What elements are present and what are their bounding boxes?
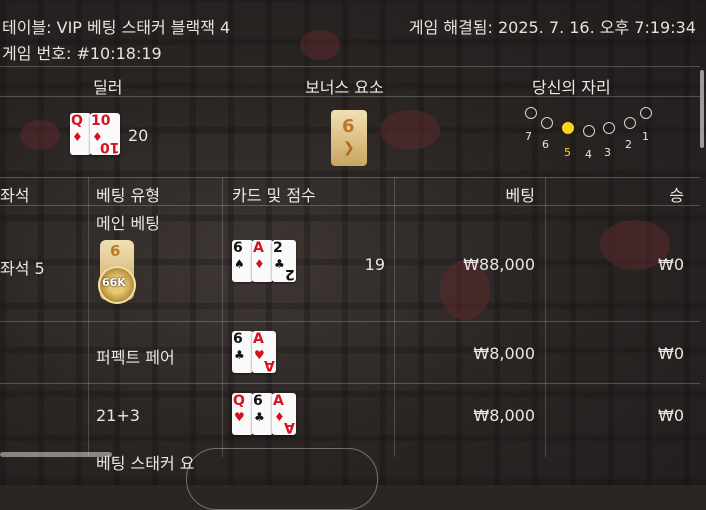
seat-5-selected [562,122,574,134]
seat-3 [603,122,615,134]
bonus-label: 보너스 요소 [305,78,384,97]
game-resolved-time: 게임 해결됨: 2025. 7. 16. 오후 7:19:34 [408,18,696,37]
divider [0,205,700,206]
seat-1 [640,107,652,119]
seat-number: 5 [564,146,571,159]
playing-card: Q ♥ [232,393,253,435]
bet-amount: ₩8,000 [473,406,535,425]
vertical-scrollbar[interactable] [700,70,704,148]
win-amount: ₩0 [658,406,684,425]
playing-card: 6 ♠ [232,240,253,282]
dealer-score: 20 [128,126,149,145]
seat-number: 3 [604,146,611,159]
score-cell: 19 [364,255,385,274]
main-bet-label: 메인 베팅 [96,214,160,233]
divider [0,96,700,97]
seat-number: 6 [542,138,549,151]
seat-number: 7 [525,130,532,143]
bet-chip-stack: 6 66K [98,240,136,304]
playing-card: 2 ♣ 2 [272,240,296,282]
bet-amount: ₩88,000 [463,255,535,274]
col-seat: 좌석 [0,186,30,205]
playing-card: 6 ♣ [252,393,273,435]
seat-4 [583,125,595,137]
divider [0,321,700,322]
playing-card: A ♦ [252,240,273,282]
playing-card: A ♥ A [252,331,276,373]
seat-7 [525,107,537,119]
bet-amount: ₩8,000 [473,344,535,363]
dealer-card: 10 ♦ 10 [90,113,120,155]
playing-card: 6 ♣ [232,331,253,373]
seat-number: 1 [642,130,649,143]
seat-2 [624,117,636,129]
divider [0,66,700,67]
col-bet-type: 베팅 유형 [96,186,160,205]
horizontal-scrollbar[interactable] [0,452,112,457]
win-amount: ₩0 [658,255,684,274]
dealer-card: Q ♦ [70,113,91,155]
col-cards-score: 카드 및 점수 [232,186,316,205]
seat-number: 4 [585,148,592,161]
divider [0,383,700,384]
win-amount: ₩0 [658,344,684,363]
dealer-label: 딜러 [93,78,123,97]
bonus-multiplier-chip: 6 ❯ [331,110,367,166]
col-win: 승 [669,186,684,205]
divider [0,177,700,178]
seat-cell: 좌석 5 [0,259,45,278]
bet-type-cell: 퍼펙트 페어 [96,348,175,367]
table-name: 테이블: VIP 베팅 스태커 블랙잭 4 [2,18,231,37]
bottom-button-outline [186,448,378,510]
your-seat-label: 당신의 자리 [532,78,611,97]
playing-card: A ♦ A [272,393,296,435]
col-bet: 베팅 [505,186,535,205]
game-number: 게임 번호: #10:18:19 [2,44,162,63]
seat-6 [541,117,553,129]
bet-type-cell: 21+3 [96,406,140,425]
seat-number: 2 [625,138,632,151]
